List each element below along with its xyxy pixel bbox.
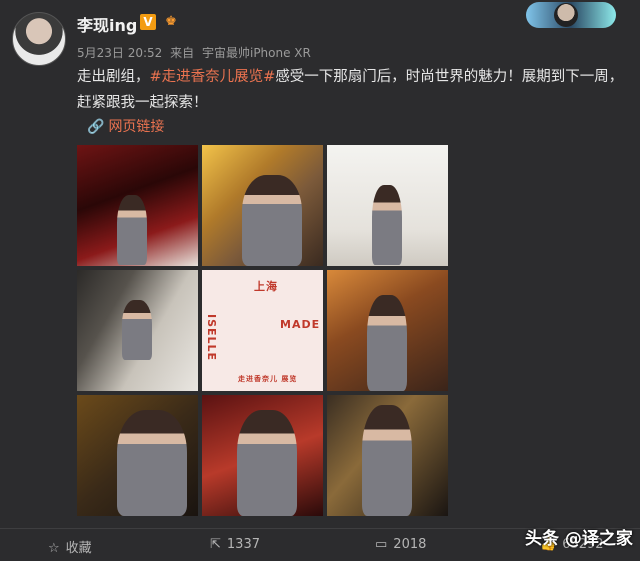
photo-6[interactable] — [327, 270, 448, 391]
favorite-button[interactable]: ☆ 收藏 — [48, 537, 92, 556]
profile-decoration — [526, 2, 616, 28]
poster-line2: ISELLE — [205, 314, 218, 362]
image-grid: 上海 ISELLE MADE 走进香奈儿 展览 — [77, 145, 449, 517]
poster-line3: MADE — [280, 318, 321, 331]
weibo-post: 李现ing V ♚ 5月23日 20:52 来自 宇宙最帅iPhone XR 走… — [0, 0, 640, 560]
comment-count: 2018 — [393, 537, 427, 552]
user-avatar[interactable] — [12, 12, 66, 66]
hashtag-link[interactable]: #走进香奈儿展览# — [150, 69, 276, 85]
level-badge-icon: ♚ — [165, 14, 177, 29]
post-text: 走出剧组，#走进香奈儿展览#感受一下那扇门后，时尚世界的魅力！展期到下一周，赶紧… — [77, 64, 627, 116]
photo-5-poster[interactable]: 上海 ISELLE MADE 走进香奈儿 展览 — [202, 270, 323, 391]
username[interactable]: 李现ing — [77, 12, 137, 36]
source-prefix: 来自 — [170, 46, 195, 60]
photo-2[interactable] — [202, 145, 323, 266]
photo-7[interactable] — [77, 395, 198, 516]
photo-1[interactable] — [77, 145, 198, 266]
photo-3[interactable] — [327, 145, 448, 266]
web-link-label: 网页链接 — [108, 119, 165, 135]
star-icon: ☆ — [48, 541, 60, 556]
poster-caption: 走进香奈儿 展览 — [238, 375, 298, 383]
poster-line1: 上海 — [254, 280, 278, 293]
post-meta: 5月23日 20:52 来自 宇宙最帅iPhone XR — [77, 44, 315, 61]
photo-4[interactable] — [77, 270, 198, 391]
post-source: 宇宙最帅iPhone XR — [201, 46, 311, 60]
post-text-before: 走出剧组， — [77, 69, 150, 85]
photo-9[interactable] — [327, 395, 448, 516]
web-link[interactable]: 🔗 网页链接 — [87, 116, 164, 136]
repost-count: 1337 — [226, 537, 260, 552]
link-icon: 🔗 — [87, 119, 105, 135]
repost-icon: ⇱ — [210, 537, 221, 552]
watermark: 头条 @译之家 — [525, 529, 633, 549]
favorite-label: 收藏 — [65, 541, 92, 556]
comment-icon: ▭ — [375, 537, 388, 552]
photo-8[interactable] — [202, 395, 323, 516]
verified-badge-icon: V — [140, 14, 156, 30]
repost-button[interactable]: ⇱ 1337 — [210, 537, 260, 552]
comment-button[interactable]: ▭ 2018 — [375, 537, 426, 552]
post-time[interactable]: 5月23日 20:52 — [77, 46, 162, 60]
